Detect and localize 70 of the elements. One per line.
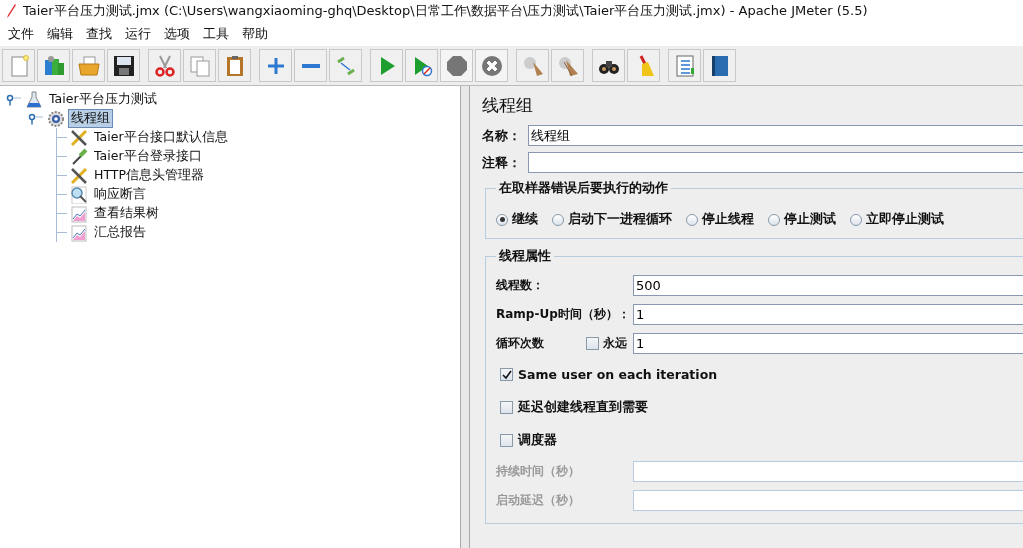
input-field[interactable]: 500 <box>633 275 1023 296</box>
tree-item[interactable]: 查看结果树 <box>91 204 162 223</box>
menu-item[interactable]: 文件 <box>2 25 40 43</box>
toolbar-button[interactable] <box>107 49 140 82</box>
radio-button[interactable] <box>850 213 862 226</box>
tree-item[interactable]: 线程组 <box>68 109 113 128</box>
checkbox[interactable] <box>586 337 599 350</box>
close-icon <box>479 53 504 78</box>
radio-button[interactable] <box>496 213 508 226</box>
pipette-icon <box>70 147 88 166</box>
radio-button[interactable] <box>552 213 564 226</box>
radio-label[interactable]: 停止线程 <box>702 211 754 228</box>
menu-item[interactable]: 查找 <box>80 25 118 43</box>
field-label: 名称： <box>482 126 522 145</box>
splitter-bar[interactable] <box>461 86 470 548</box>
field-label: 持续时间（秒） <box>496 463 581 480</box>
toolbar-button[interactable] <box>592 49 625 82</box>
window-title: Taier平台压力测试.jmx (C:\Users\wangxiaoming-ghq\Desktop\日常工作\数据平台\压力测试\Taier平台压力测试.jmx) - Apache JMeter (5.5) <box>23 2 868 20</box>
field-label: 线程数： <box>496 277 545 294</box>
tools-icon <box>70 128 88 147</box>
input-field[interactable]: 1 <box>633 304 1023 325</box>
group-title: 在取样器错误后要执行的动作 <box>498 179 669 197</box>
folder-icon <box>76 53 101 78</box>
flask-icon <box>25 90 43 109</box>
menu-item[interactable]: 编辑 <box>41 25 79 43</box>
copy-icon <box>187 53 212 78</box>
tools-icon <box>70 166 88 185</box>
magnifier-icon <box>70 185 88 204</box>
radio-button[interactable] <box>686 213 698 226</box>
checkbox[interactable] <box>500 401 513 414</box>
field-label: 循环次数 <box>496 335 544 352</box>
checkbox-label[interactable]: 永远 <box>603 335 627 352</box>
field-label: 注释： <box>482 153 522 172</box>
scissors-icon <box>152 53 177 78</box>
field-label: Ramp-Up时间（秒）： <box>496 306 631 323</box>
toggle-icon[interactable] <box>6 93 22 106</box>
tree-item[interactable]: Taier平台登录接口 <box>91 147 205 166</box>
chart-icon <box>70 223 88 242</box>
checkbox[interactable] <box>500 434 513 447</box>
radio-label[interactable]: 启动下一进程循环 <box>568 211 672 228</box>
radio-button[interactable] <box>768 213 780 226</box>
radio-label[interactable]: 继续 <box>512 211 538 228</box>
radio-label[interactable]: 停止测试 <box>784 211 836 228</box>
menu-item[interactable]: 帮助 <box>236 25 274 43</box>
minus-icon <box>301 63 320 68</box>
tree-item[interactable]: Taier平台压力测试 <box>46 90 160 109</box>
name-field[interactable]: 线程组 <box>528 125 1023 146</box>
menu-item[interactable]: 工具 <box>197 25 235 43</box>
chart-icon <box>70 204 88 223</box>
tree-item[interactable]: 响应断言 <box>91 185 149 204</box>
checkbox-label[interactable]: 延迟创建线程直到需要 <box>518 399 648 416</box>
gear-icon <box>47 109 65 128</box>
checkbox-label[interactable]: 调度器 <box>518 432 557 449</box>
menu-item[interactable]: 运行 <box>119 25 157 43</box>
stop-sign-icon <box>444 53 469 78</box>
input-field[interactable]: 1 <box>633 333 1023 354</box>
tree-item[interactable]: Taier平台接口默认信息 <box>91 128 231 147</box>
comment-field[interactable] <box>528 152 1023 173</box>
menu-item[interactable]: 选项 <box>158 25 196 43</box>
tree-item[interactable]: HTTP信息头管理器 <box>91 166 207 185</box>
panel-title: 线程组 <box>482 94 534 117</box>
feather-icon <box>5 3 17 19</box>
checkbox[interactable] <box>500 368 513 381</box>
group-title: 线程属性 <box>498 247 552 265</box>
checkbox-label[interactable]: Same user on each iteration <box>518 367 718 382</box>
tree-item[interactable]: 汇总报告 <box>91 223 149 242</box>
toggle-icon[interactable] <box>28 112 44 125</box>
toolbar-button[interactable] <box>703 49 736 82</box>
field-label: 启动延迟（秒） <box>496 492 581 509</box>
radio-label[interactable]: 立即停止测试 <box>866 211 944 228</box>
